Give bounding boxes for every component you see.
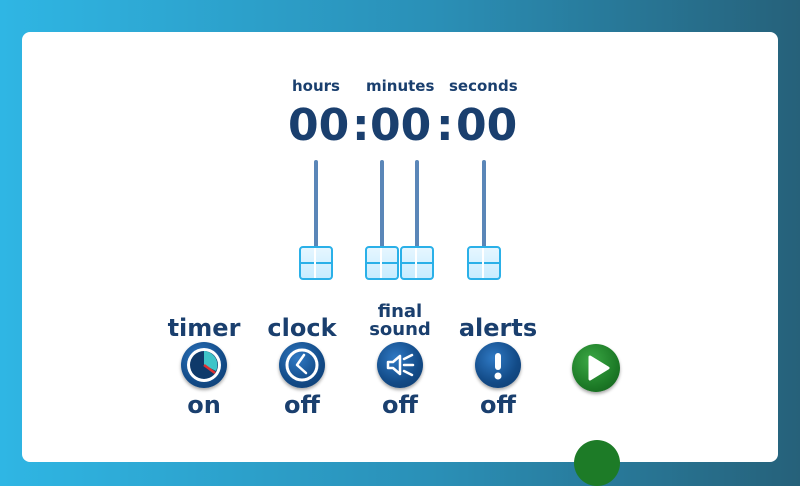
minutes-label: minutes — [366, 77, 435, 95]
secondary-play-button[interactable] — [574, 440, 620, 486]
alert-icon — [494, 353, 502, 380]
slider-handle[interactable] — [365, 246, 399, 280]
hours-value: 00 — [288, 100, 350, 151]
slider-handle[interactable] — [400, 246, 434, 280]
seconds-label: seconds — [449, 77, 518, 95]
slider-track — [314, 160, 318, 256]
time-display: 00 : 00 : 00 — [0, 100, 800, 154]
alerts-label: alerts — [458, 314, 538, 342]
slider-handle[interactable] — [467, 246, 501, 280]
final-sound-button[interactable] — [377, 342, 423, 388]
final-sound-state: off — [382, 391, 418, 419]
play-icon — [588, 355, 610, 381]
final-sound-label: final sound — [345, 300, 455, 342]
slider-track — [482, 160, 486, 256]
sound-icon — [386, 353, 415, 377]
alerts-button[interactable] — [475, 342, 521, 388]
alerts-control: alerts off — [443, 300, 553, 420]
clock-button[interactable] — [279, 342, 325, 388]
separator-2: : — [436, 100, 454, 151]
slider-track — [380, 160, 384, 256]
clock-label: clock — [267, 314, 337, 342]
final-sound-control: final sound off — [345, 300, 455, 420]
timer-icon — [187, 348, 221, 382]
separator-1: : — [352, 100, 370, 151]
hours-label: hours — [292, 77, 340, 95]
slider-track — [415, 160, 419, 256]
time-labels: hours minutes seconds — [0, 77, 800, 97]
seconds-slider[interactable] — [467, 160, 501, 284]
minutes-ones-slider[interactable] — [400, 160, 434, 284]
clock-state: off — [284, 391, 320, 419]
timer-button[interactable] — [181, 342, 227, 388]
slider-handle[interactable] — [299, 246, 333, 280]
timer-state: on — [187, 391, 221, 419]
seconds-value: 00 — [456, 100, 518, 151]
timer-control: timer on — [149, 300, 259, 420]
alerts-state: off — [480, 391, 516, 419]
timer-label: timer — [167, 314, 241, 342]
clock-icon — [285, 348, 319, 382]
minutes-tens-slider[interactable] — [365, 160, 399, 284]
final-sound-label-line2: sound — [369, 319, 431, 340]
play-button[interactable] — [572, 344, 620, 392]
clock-control: clock off — [247, 300, 357, 420]
minutes-value: 00 — [370, 100, 432, 151]
hours-slider[interactable] — [299, 160, 333, 284]
